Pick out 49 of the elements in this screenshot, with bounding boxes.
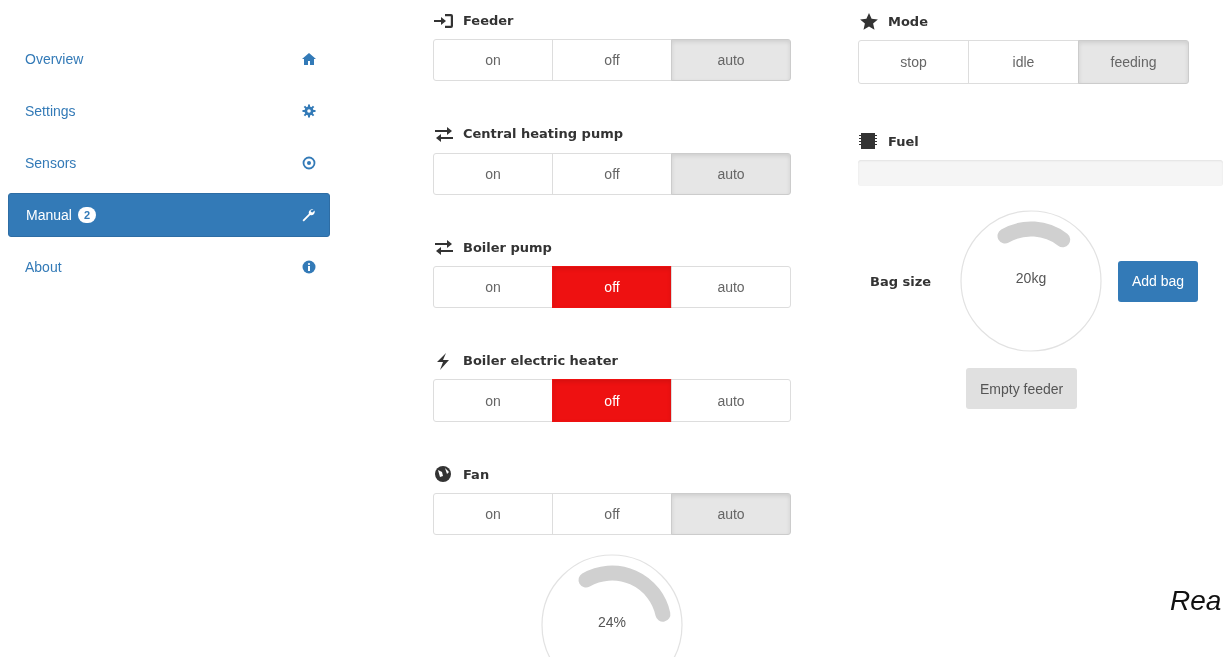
exchange-icon [433,125,455,143]
section-title: Fan [463,466,490,482]
toggle-option[interactable]: off [552,492,672,536]
nav-item[interactable]: Sensors [8,141,330,185]
section-title: Feeder [463,13,514,29]
star-icon [858,12,880,30]
toggle-option[interactable]: idle [968,40,1079,84]
chip-icon [858,132,880,150]
toggle-option[interactable]: off [552,379,672,422]
knob-reading: 20kg [1014,270,1048,286]
info-icon [302,260,316,274]
nav-item[interactable]: About [8,245,330,289]
add-button[interactable]: Add bag [1118,260,1199,302]
toggle-option[interactable]: feeding [1078,40,1189,84]
toggle-option[interactable]: stop [858,40,969,84]
count-badge: 2 [77,207,97,223]
knob-dial[interactable] [960,210,1102,352]
knob-dial[interactable] [541,554,683,657]
status-text: Rea [1170,585,1222,617]
toggle-option[interactable]: on [433,266,553,309]
sign-in-icon [433,11,455,30]
section-title: Fuel [888,133,919,149]
toggle-option[interactable]: on [433,492,553,536]
toggle-option[interactable]: on [433,39,553,82]
section-title: Boiler electric heater [463,353,618,369]
toggle-option[interactable]: off [552,266,672,309]
toggle-option[interactable]: auto [671,39,791,82]
toggle-option[interactable]: off [552,152,672,195]
empty-button[interactable]: Empty feeder [966,368,1078,409]
toggle-option[interactable]: auto [671,266,791,309]
toggle-option[interactable]: auto [671,152,791,195]
toggle-option[interactable]: on [433,379,553,422]
nav-item[interactable]: Settings [8,89,330,133]
nav-item[interactable]: Overview [8,37,330,81]
toggle-option[interactable]: on [433,152,553,195]
exchange-icon [433,238,455,257]
home-icon [302,52,316,66]
toggle-option[interactable]: auto [671,379,791,422]
toggle-option[interactable]: auto [671,492,791,536]
wrench-icon [301,208,315,222]
toggle-option[interactable]: off [552,39,672,82]
field-label: Bag size [870,273,933,289]
target-icon [302,156,316,170]
section-title: Central heating pump [463,126,623,142]
section-title: Boiler pump [463,239,552,255]
knob-reading: 24% [597,614,627,631]
gear-icon [302,104,316,118]
nav-item[interactable]: Manual 2 [8,193,330,237]
section-title: Mode [888,13,928,29]
